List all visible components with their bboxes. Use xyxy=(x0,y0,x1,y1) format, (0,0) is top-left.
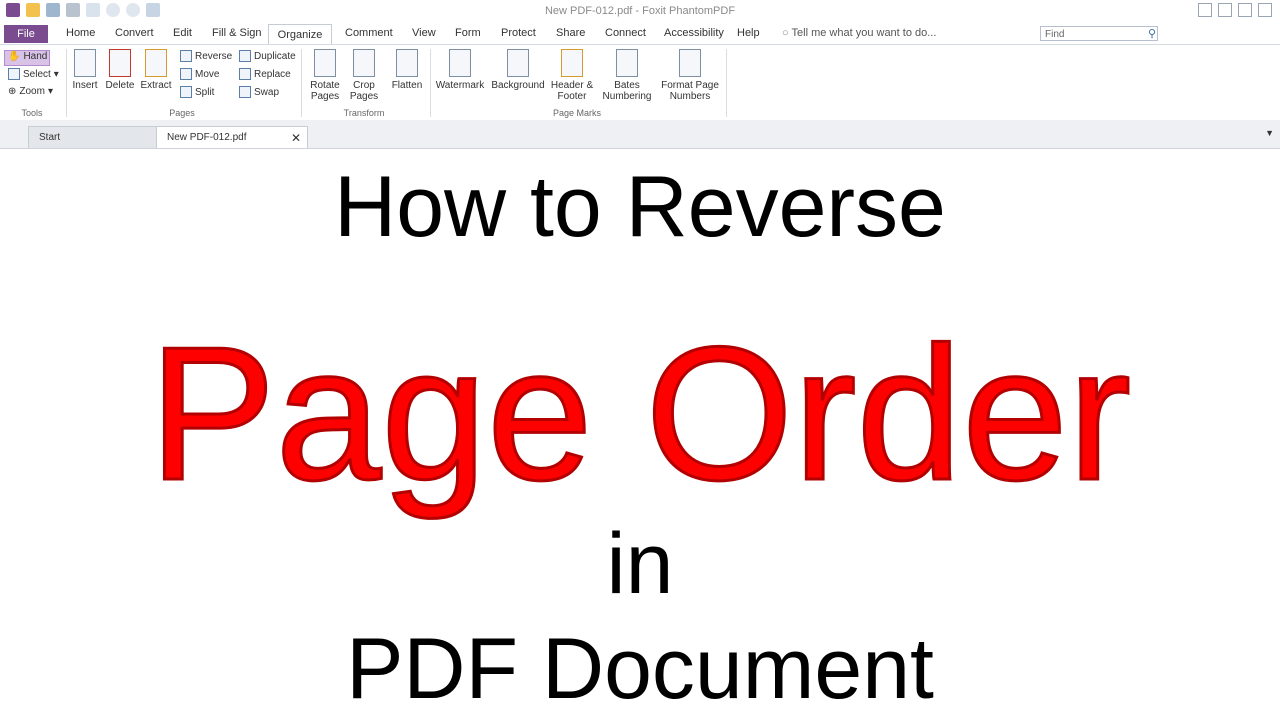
reverse-icon xyxy=(180,50,192,62)
move-button[interactable]: Move xyxy=(180,68,219,80)
chevron-down-icon[interactable]: ▼ xyxy=(1265,128,1274,138)
zoom-icon: ⊕ xyxy=(8,86,17,97)
minimize-icon[interactable] xyxy=(1218,3,1232,17)
headline-line-3: in xyxy=(606,516,674,612)
search-icon[interactable]: ⚲ xyxy=(1148,27,1156,40)
flatten-button[interactable]: Flatten xyxy=(388,49,426,91)
extract-icon xyxy=(145,49,167,77)
tab-form[interactable]: Form xyxy=(455,27,481,39)
tab-convert[interactable]: Convert xyxy=(115,27,154,39)
group-label-transform: Transform xyxy=(343,108,385,118)
duplicate-icon xyxy=(239,50,251,62)
close-icon[interactable]: ✕ xyxy=(291,127,301,149)
divider xyxy=(301,49,302,117)
divider xyxy=(726,49,727,117)
group-label-tools: Tools xyxy=(21,108,43,118)
tab-document[interactable]: New PDF-012.pdf ✕ xyxy=(156,126,308,148)
select-button[interactable]: Select ▾ xyxy=(8,68,59,80)
background-icon xyxy=(507,49,529,77)
chevron-down-icon: ▾ xyxy=(53,68,59,80)
crop-icon xyxy=(353,49,375,77)
headline-line-1: How to Reverse xyxy=(334,159,946,255)
tab-start[interactable]: Start xyxy=(28,126,158,148)
select-icon xyxy=(8,68,20,80)
swap-icon xyxy=(239,86,251,98)
tab-connect[interactable]: Connect xyxy=(605,27,646,39)
swap-button[interactable]: Swap xyxy=(239,86,279,98)
split-icon xyxy=(180,86,192,98)
tab-edit[interactable]: Edit xyxy=(173,27,192,39)
close-window-icon[interactable] xyxy=(1258,3,1272,17)
document-tab-bar: Start New PDF-012.pdf ✕ ▼ xyxy=(0,120,1280,149)
header-footer-icon xyxy=(561,49,583,77)
divider xyxy=(430,49,431,117)
tab-help[interactable]: Help xyxy=(737,27,760,39)
tab-home[interactable]: Home xyxy=(66,27,95,39)
format-page-icon xyxy=(679,49,701,77)
group-label-page-marks: Page Marks xyxy=(552,108,602,118)
reverse-button[interactable]: Reverse xyxy=(180,50,232,62)
rotate-pages-button[interactable]: Rotate Pages xyxy=(305,49,345,102)
watermark-icon xyxy=(449,49,471,77)
headline-line-2: Page Order xyxy=(147,307,1132,522)
ribbon: ✋ Hand Select ▾ ⊕ Zoom ▾ Tools Insert Dele… xyxy=(0,44,1280,122)
bates-icon xyxy=(616,49,638,77)
flatten-icon xyxy=(396,49,418,77)
lightbulb-icon: ○ xyxy=(782,27,792,39)
title-bar: New PDF-012.pdf - Foxit PhantomPDF xyxy=(0,0,1280,24)
replace-icon xyxy=(239,68,251,80)
rotate-icon xyxy=(314,49,336,77)
background-button[interactable]: Background xyxy=(490,49,546,91)
tab-protect[interactable]: Protect xyxy=(501,27,536,39)
format-page-numbers-button[interactable]: Format Page Numbers xyxy=(660,49,720,102)
zoom-button[interactable]: ⊕ Zoom ▾ xyxy=(8,86,53,97)
restore-icon[interactable] xyxy=(1198,3,1212,17)
file-menu[interactable]: File xyxy=(4,25,48,43)
chevron-down-icon: ▾ xyxy=(47,86,53,97)
delete-icon xyxy=(109,49,131,77)
find-input[interactable]: Find xyxy=(1040,26,1158,41)
divider xyxy=(66,49,67,117)
split-button[interactable]: Split xyxy=(180,86,214,98)
group-label-pages: Pages xyxy=(169,108,195,118)
move-icon xyxy=(180,68,192,80)
hand-icon: ✋ xyxy=(8,51,21,62)
headline-line-4: PDF Document xyxy=(346,621,934,717)
window-title: New PDF-012.pdf - Foxit PhantomPDF xyxy=(544,5,736,17)
hand-button[interactable]: ✋ Hand xyxy=(8,51,47,62)
delete-button[interactable]: Delete xyxy=(104,49,136,91)
tab-comment[interactable]: Comment xyxy=(345,27,393,39)
duplicate-button[interactable]: Duplicate xyxy=(239,50,296,62)
header-footer-button[interactable]: Header & Footer xyxy=(550,49,594,102)
tab-fill-sign[interactable]: Fill & Sign xyxy=(212,27,262,39)
extract-button[interactable]: Extract xyxy=(139,49,173,91)
insert-icon xyxy=(74,49,96,77)
tab-organize[interactable]: Organize xyxy=(268,24,332,45)
tab-accessibility[interactable]: Accessibility xyxy=(664,27,724,39)
bates-numbering-button[interactable]: Bates Numbering xyxy=(600,49,654,102)
maximize-icon[interactable] xyxy=(1238,3,1252,17)
tab-view[interactable]: View xyxy=(412,27,436,39)
tab-share[interactable]: Share xyxy=(556,27,585,39)
window-controls xyxy=(1198,3,1272,17)
tell-me-input[interactable]: ○ Tell me what you want to do... xyxy=(782,27,936,39)
crop-pages-button[interactable]: Crop Pages xyxy=(346,49,382,102)
replace-button[interactable]: Replace xyxy=(239,68,291,80)
insert-button[interactable]: Insert xyxy=(70,49,100,91)
watermark-button[interactable]: Watermark xyxy=(434,49,486,91)
